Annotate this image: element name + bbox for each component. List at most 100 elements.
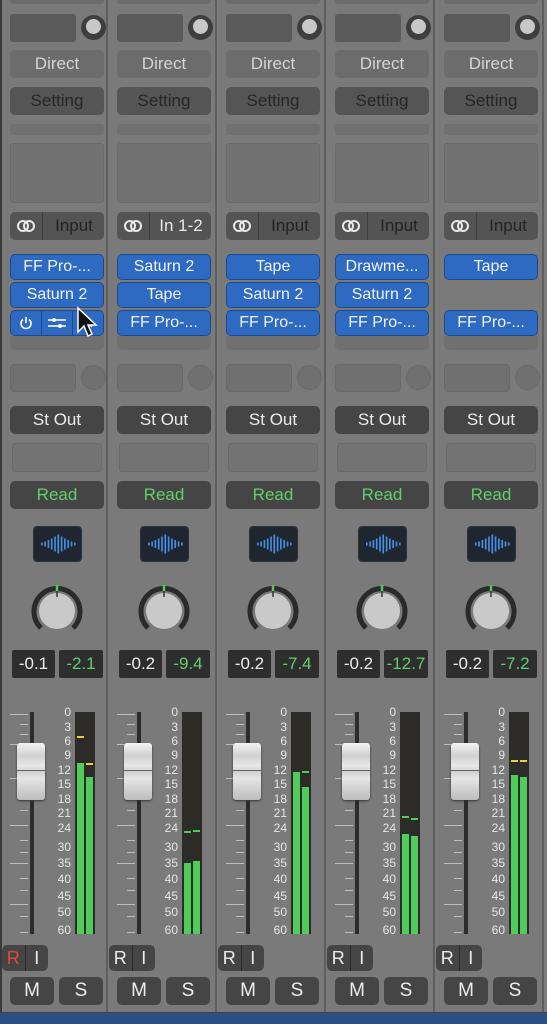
direct-button[interactable]: Direct — [117, 50, 211, 78]
gain-knob[interactable] — [406, 15, 431, 40]
send-knob[interactable] — [188, 365, 213, 390]
input-monitor-button[interactable]: I — [26, 945, 49, 971]
plugin-slot[interactable]: FF Pro-... — [226, 310, 320, 336]
mute-button[interactable]: M — [117, 977, 161, 1005]
stereo-link-icon[interactable] — [117, 212, 150, 240]
pan-knob[interactable] — [245, 582, 301, 638]
plugin-slot[interactable]: FF Pro-... — [335, 310, 429, 336]
input-monitor-button[interactable]: I — [133, 945, 156, 971]
eq-thumbnail[interactable] — [10, 143, 104, 203]
sliders-icon[interactable] — [42, 311, 73, 335]
input-monitor-button[interactable]: I — [351, 945, 374, 971]
volume-readout[interactable]: -0.2 — [119, 650, 162, 678]
send-slot[interactable] — [444, 364, 510, 392]
plugin-slot[interactable]: Saturn 2 — [117, 254, 211, 280]
plugin-slot[interactable]: FF Pro-... — [117, 310, 211, 336]
direct-button[interactable]: Direct — [226, 50, 320, 78]
solo-button[interactable]: S — [59, 977, 103, 1005]
record-button[interactable]: R — [218, 945, 242, 971]
direct-button[interactable]: Direct — [10, 50, 104, 78]
send-knob[interactable] — [297, 365, 322, 390]
group-slot[interactable] — [228, 443, 318, 472]
more-icon[interactable] — [73, 311, 103, 335]
fader-handle[interactable] — [451, 743, 479, 800]
mute-button[interactable]: M — [335, 977, 379, 1005]
volume-readout[interactable]: -0.2 — [228, 650, 271, 678]
plugin-slot[interactable]: FF Pro-... — [444, 310, 538, 336]
send-slot[interactable] — [226, 364, 292, 392]
group-slot[interactable] — [119, 443, 209, 472]
pan-knob[interactable] — [354, 582, 410, 638]
output-button[interactable]: St Out — [117, 406, 211, 434]
setting-button[interactable]: Setting — [444, 87, 538, 115]
fader-handle[interactable] — [233, 743, 261, 800]
send-knob[interactable] — [406, 365, 431, 390]
solo-button[interactable]: S — [166, 977, 210, 1005]
plugin-slot[interactable]: Saturn 2 — [335, 282, 429, 308]
gain-knob[interactable] — [297, 15, 322, 40]
power-icon[interactable] — [11, 311, 42, 335]
automation-mode-button[interactable]: Read — [117, 481, 211, 509]
fader-handle[interactable] — [342, 743, 370, 800]
automation-mode-button[interactable]: Read — [10, 481, 104, 509]
output-button[interactable]: St Out — [444, 406, 538, 434]
mute-button[interactable]: M — [226, 977, 270, 1005]
solo-button[interactable]: S — [384, 977, 428, 1005]
input-monitor-button[interactable]: I — [460, 945, 483, 971]
eq-thumbnail[interactable] — [444, 143, 538, 203]
volume-readout[interactable]: -0.2 — [337, 650, 380, 678]
group-slot[interactable] — [12, 443, 102, 472]
stereo-link-icon[interactable] — [444, 212, 477, 240]
mute-button[interactable]: M — [10, 977, 54, 1005]
send-knob[interactable] — [81, 365, 106, 390]
setting-button[interactable]: Setting — [226, 87, 320, 115]
peak-readout[interactable]: -7.2 — [493, 650, 537, 678]
eq-thumbnail[interactable] — [226, 143, 320, 203]
gain-knob[interactable] — [81, 15, 106, 40]
eq-thumbnail[interactable] — [335, 143, 429, 203]
setting-button[interactable]: Setting — [117, 87, 211, 115]
gain-knob[interactable] — [515, 15, 540, 40]
plugin-slot[interactable]: Tape — [117, 282, 211, 308]
group-slot[interactable] — [337, 443, 427, 472]
setting-button[interactable]: Setting — [335, 87, 429, 115]
volume-readout[interactable]: -0.2 — [446, 650, 489, 678]
input-button[interactable]: Input — [226, 212, 320, 240]
send-slot[interactable] — [335, 364, 401, 392]
send-slot[interactable] — [117, 364, 183, 392]
setting-button[interactable]: Setting — [10, 87, 104, 115]
record-button[interactable]: R — [436, 945, 460, 971]
automation-mode-button[interactable]: Read — [444, 481, 538, 509]
input-button[interactable]: Input — [10, 212, 104, 240]
send-knob[interactable] — [515, 365, 540, 390]
eq-thumbnail[interactable] — [117, 143, 211, 203]
automation-mode-button[interactable]: Read — [226, 481, 320, 509]
input-button[interactable]: Input — [444, 212, 538, 240]
stereo-link-icon[interactable] — [10, 212, 43, 240]
fader-handle[interactable] — [17, 743, 45, 800]
plugin-slot[interactable]: Saturn 2 — [10, 282, 104, 308]
output-button[interactable]: St Out — [335, 406, 429, 434]
stereo-link-icon[interactable] — [226, 212, 259, 240]
pan-knob[interactable] — [29, 582, 85, 638]
solo-button[interactable]: S — [493, 977, 537, 1005]
solo-button[interactable]: S — [275, 977, 319, 1005]
mute-button[interactable]: M — [444, 977, 488, 1005]
stereo-link-icon[interactable] — [335, 212, 368, 240]
plugin-slot[interactable]: Drawme... — [335, 254, 429, 280]
plugin-slot[interactable]: Tape — [226, 254, 320, 280]
direct-button[interactable]: Direct — [335, 50, 429, 78]
gain-knob[interactable] — [188, 15, 213, 40]
input-monitor-button[interactable]: I — [242, 945, 265, 971]
volume-readout[interactable]: -0.1 — [12, 650, 55, 678]
fader-handle[interactable] — [124, 743, 152, 800]
peak-readout[interactable]: -12.7 — [384, 650, 428, 678]
plugin-slot[interactable]: FF Pro-... — [10, 254, 104, 280]
record-button[interactable]: R — [109, 945, 133, 971]
output-button[interactable]: St Out — [226, 406, 320, 434]
peak-readout[interactable]: -9.4 — [166, 650, 210, 678]
direct-button[interactable]: Direct — [444, 50, 538, 78]
automation-mode-button[interactable]: Read — [335, 481, 429, 509]
peak-readout[interactable]: -2.1 — [59, 650, 103, 678]
pan-knob[interactable] — [136, 582, 192, 638]
